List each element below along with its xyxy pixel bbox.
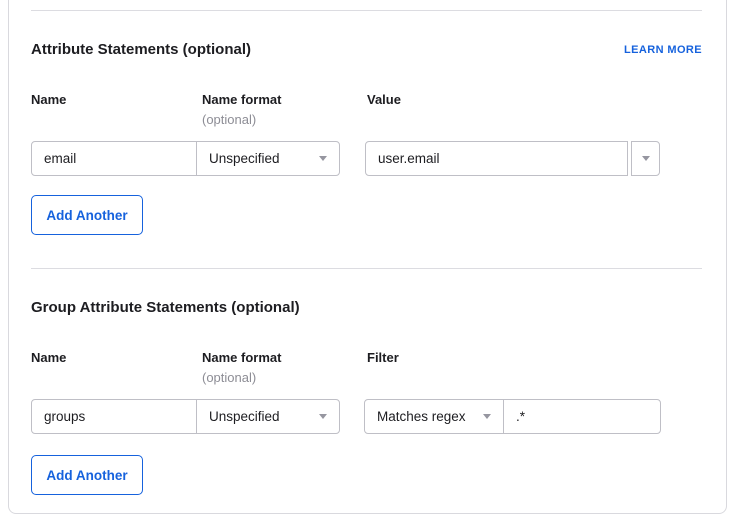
value-column-label: Value <box>367 92 702 127</box>
group-attribute-statements-section: Group Attribute Statements (optional) Na… <box>31 300 702 495</box>
saml-settings-card: Attribute Statements (optional) LEARN MO… <box>8 0 727 514</box>
column-labels-row: Name Name format (optional) Value <box>31 92 702 127</box>
name-column-label: Name <box>31 92 202 127</box>
group-attribute-statements-heading: Group Attribute Statements (optional) <box>31 300 300 316</box>
add-another-button[interactable]: Add Another <box>31 455 143 495</box>
chevron-down-icon <box>319 414 327 419</box>
attribute-value-group <box>365 141 660 176</box>
learn-more-link[interactable]: LEARN MORE <box>624 44 702 57</box>
section-divider <box>31 10 702 11</box>
chevron-down-icon <box>642 156 650 161</box>
column-gap <box>340 399 364 434</box>
filter-group: Matches regex <box>364 399 661 434</box>
page: Attribute Statements (optional) LEARN MO… <box>0 0 737 530</box>
chevron-down-icon <box>319 156 327 161</box>
attribute-name-input[interactable] <box>31 141 197 176</box>
name-column-label: Name <box>31 350 202 385</box>
name-format-column-label: Name format <box>202 92 367 107</box>
attribute-statements-section: Attribute Statements (optional) LEARN MO… <box>31 42 702 235</box>
attribute-row: Unspecified <box>31 141 702 176</box>
name-format-select[interactable]: Unspecified <box>196 141 340 176</box>
optional-hint: (optional) <box>202 112 367 127</box>
filter-value-input[interactable] <box>503 399 661 434</box>
name-format-selected-value: Unspecified <box>209 151 280 166</box>
group-attribute-row: Unspecified Matches regex <box>31 399 702 434</box>
column-labels-row: Name Name format (optional) Filter <box>31 350 702 385</box>
name-format-select[interactable]: Unspecified <box>196 399 340 434</box>
filter-type-selected-value: Matches regex <box>377 409 466 424</box>
value-dropdown-button[interactable] <box>631 141 660 176</box>
add-another-button[interactable]: Add Another <box>31 195 143 235</box>
group-attribute-name-input[interactable] <box>31 399 197 434</box>
attribute-value-input[interactable] <box>365 141 628 176</box>
attribute-statements-heading: Attribute Statements (optional) <box>31 42 251 58</box>
filter-column-label: Filter <box>367 350 702 385</box>
name-format-column-label: Name format <box>202 350 367 365</box>
name-format-selected-value: Unspecified <box>209 409 280 424</box>
optional-hint: (optional) <box>202 370 367 385</box>
filter-type-select[interactable]: Matches regex <box>364 399 504 434</box>
chevron-down-icon <box>483 414 491 419</box>
column-gap <box>340 141 365 176</box>
section-divider <box>31 268 702 269</box>
